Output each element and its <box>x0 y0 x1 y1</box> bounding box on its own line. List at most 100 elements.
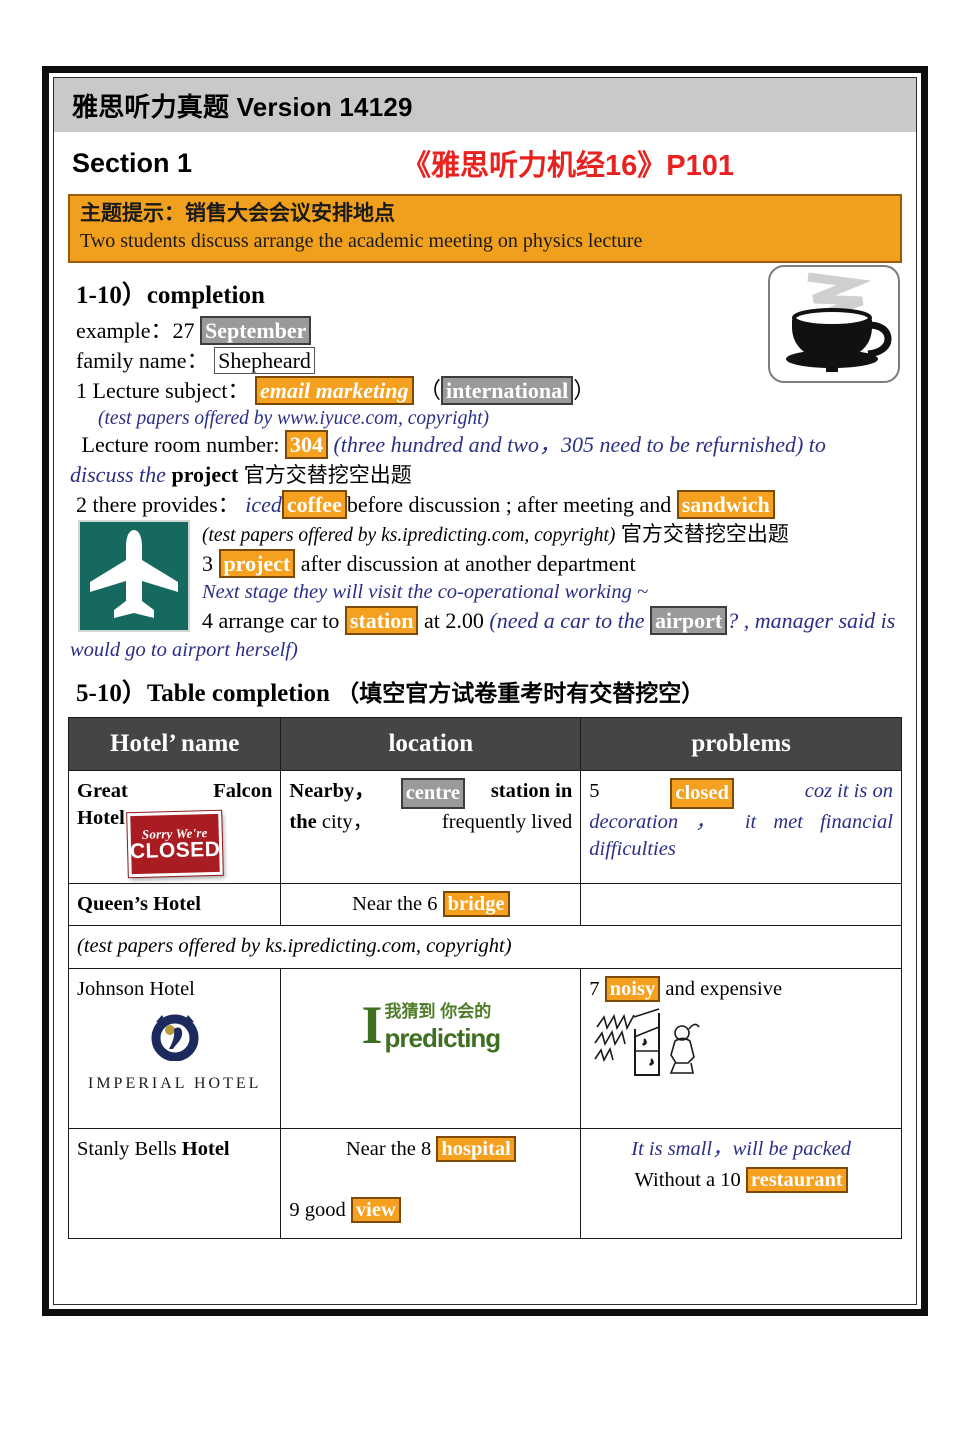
problem-noisy-highlight: noisy <box>604 975 661 1002</box>
problem-small-packed: It is small，will be packed <box>631 1137 852 1160</box>
copyright-note-2-line: (test papers offered by ks.ipredicting.c… <box>202 520 900 549</box>
cell-problems-great-falcon: 5 closed coz it is on decoration ， it me… <box>580 770 902 885</box>
problem-text-part3: difficulties <box>589 838 676 861</box>
family-name-label: family name： <box>76 347 209 373</box>
topic-banner-chinese: 主题提示：销售大会会议安排地点 <box>80 202 395 225</box>
plane-note-block: (test papers offered by ks.ipredicting.c… <box>70 520 900 663</box>
q4-answer-highlight: station <box>344 606 419 636</box>
table-header-row: Hotel’ name location problems <box>67 717 902 772</box>
column-header-hotel-name: Hotel’ name <box>67 717 282 772</box>
q4-note-c: would go to airport herself) <box>70 638 298 661</box>
room-number-note: (three hundred and two，305 need to be re… <box>333 432 826 458</box>
hotel-name-great: Great <box>77 780 128 803</box>
imperial-hotel-logo: IMPERIAL HOTEL <box>77 1013 272 1094</box>
table-row: Johnson Hotel IMPERIAL HOTEL I 我猜到 你会的 p… <box>67 967 902 1129</box>
problem-text-part1: coz it is on <box>804 780 893 803</box>
hotel-stanly-word-hotel: Hotel <box>181 1137 230 1160</box>
svg-text:♪: ♪ <box>642 1037 647 1048</box>
q2-line: 2 there provides： iced coffee before discu… <box>76 489 900 520</box>
closed-sign-line2: CLOSED <box>129 838 221 864</box>
q2-prefix: 2 there provides： <box>76 491 240 517</box>
location-view-line: 9 good view <box>289 1196 572 1224</box>
document-title-bar: 雅思听力真题 Version 14129 <box>54 78 916 132</box>
cell-problems-johnson: 7 noisy and expensive ♪ ♪ <box>580 967 902 1129</box>
q4-note-a: (need a car to the <box>489 608 645 634</box>
ipredicting-logo-text: 我猜到 你会的 predicting <box>384 998 502 1055</box>
q2-answer2-highlight: sandwich <box>676 489 775 519</box>
q2-mid-text: before discussion ; after meeting and <box>346 491 672 517</box>
location-bridge-highlight: bridge <box>442 891 510 918</box>
cell-location-stanly: Near the 8 hospital 9 good view <box>280 1127 582 1239</box>
q1-alt-highlight: international <box>441 375 574 405</box>
imperial-hotel-name: IMPERIAL HOTEL <box>88 1074 262 1092</box>
section-row: Section 1 《雅思听力机经16》P101 <box>54 132 916 194</box>
location-9-good: 9 good <box>289 1198 346 1221</box>
table-copyright-row: (test papers offered by ks.ipredicting.c… <box>68 925 902 969</box>
cell-problems-stanly: It is small，will be packed Without a 10 … <box>580 1127 902 1239</box>
hotel-comparison-table: Hotel’ name location problems Great Falc… <box>67 717 902 1239</box>
room-number-line: Lecture room number: 304 (three hundred … <box>76 430 900 460</box>
table-row: Great Falcon Hotel Sorry We're CLOSED Ne… <box>67 770 902 885</box>
problem-noisy-rest: and expensive <box>665 977 783 1000</box>
column-header-problems: problems <box>580 717 902 772</box>
q1-paren-open: （ <box>419 377 442 403</box>
table-heading-chinese: （填空官方试卷重考时有交替挖空） <box>336 680 705 707</box>
ipredicting-logo-word: predicting <box>384 1022 502 1053</box>
table-copyright-note: (test papers offered by ks.ipredicting.c… <box>68 925 902 969</box>
room-number-answer: 304 <box>284 430 328 460</box>
location-the: the <box>289 811 317 834</box>
hotel-stanly-bells: Stanly Bells <box>77 1137 177 1160</box>
problem-line-noisy: 7 noisy and expensive <box>589 975 893 1003</box>
document-inner-frame: 雅思听力真题 Version 14129 Section 1 《雅思听力机经16… <box>53 77 917 1305</box>
table-row: Queen’s Hotel Near the 6 bridge <box>67 883 902 927</box>
table-heading-english: 5-10）Table completion <box>76 680 330 708</box>
location-near-the-6: Near the 6 <box>352 893 438 916</box>
topic-banner-english: Two students discuss arrange the academi… <box>80 230 643 253</box>
noise-doodle-wrap: ♪ ♪ <box>589 1003 893 1101</box>
copyright-note-1: (test papers offered by www.iyuce.com, c… <box>98 408 489 430</box>
family-name-answer: Shepheard <box>214 346 315 374</box>
location-station-in: station in <box>490 780 573 803</box>
problem-text-part2: decoration ， it met financial <box>589 811 893 834</box>
hotel-johnson-word: Johnson Hotel <box>77 977 195 1000</box>
svg-text:♪: ♪ <box>649 1057 654 1068</box>
page-title: 雅思听力真题 Version 14129 <box>72 91 413 122</box>
table-section-heading: 5-10）Table completion （填空官方试卷重考时有交替挖空） <box>76 673 900 709</box>
document-page: 雅思听力真题 Version 14129 Section 1 《雅思听力机经16… <box>42 66 928 1316</box>
ipredicting-logo-chinese: 我猜到 你会的 <box>384 1001 492 1021</box>
q3-line: 3 project after discussion at another de… <box>202 548 900 579</box>
q4-prefix: 4 arrange car to <box>202 608 340 634</box>
cell-location-johnson: I 我猜到 你会的 predicting <box>280 967 582 1129</box>
cell-hotel-great-falcon: Great Falcon Hotel Sorry We're CLOSED <box>67 770 282 885</box>
room-number-label: Lecture room number: <box>81 432 280 458</box>
cell-hotel-stanly: Stanly Bells Hotel <box>67 1127 282 1239</box>
location-centre-highlight: centre <box>400 778 465 810</box>
q4-line: 4 arrange car to station at 2.00 (need a… <box>202 606 900 636</box>
q1-paren-close: ） <box>573 377 596 403</box>
problem-restaurant-line: Without a 10 restaurant <box>589 1166 893 1194</box>
location-hospital-highlight: hospital <box>436 1135 516 1162</box>
q1-label: 1 Lecture subject： <box>76 377 250 403</box>
hotel-name-falcon: Falcon <box>213 780 273 803</box>
problem-line1: 5 closed coz it is on <box>589 778 893 810</box>
q1-answer-highlight: email marketing <box>255 375 414 405</box>
cell-location-queens: Near the 6 bridge <box>280 883 582 927</box>
location-hospital-line: Near the 8 hospital <box>289 1135 572 1163</box>
example-answer-highlight: September <box>200 316 312 346</box>
book-reference: 《雅思听力机经16》P101 <box>402 150 734 182</box>
example-label: example：27 <box>76 318 195 344</box>
q3-number: 3 <box>202 550 213 576</box>
problem-number-5: 5 <box>589 780 600 803</box>
location-near-the-8: Near the 8 <box>345 1137 432 1160</box>
location-nearby: Nearby， <box>289 780 375 803</box>
copyright-note-2: (test papers offered by ks.ipredicting.c… <box>202 525 616 547</box>
location-view-highlight: view <box>350 1196 401 1223</box>
location-line1: Nearby， centre station in <box>289 778 573 810</box>
q4-note-b: ? , manager said is <box>727 608 896 634</box>
location-line2: the city， frequently lived <box>289 809 572 836</box>
q4-answer2-highlight: airport <box>650 606 728 636</box>
section-label: Section 1 <box>72 147 193 178</box>
noise-doodle-icon: ♪ ♪ <box>594 1007 700 1076</box>
ipredicting-logo-letter: I <box>361 995 383 1056</box>
location-frequently-lived: frequently lived <box>441 811 573 834</box>
